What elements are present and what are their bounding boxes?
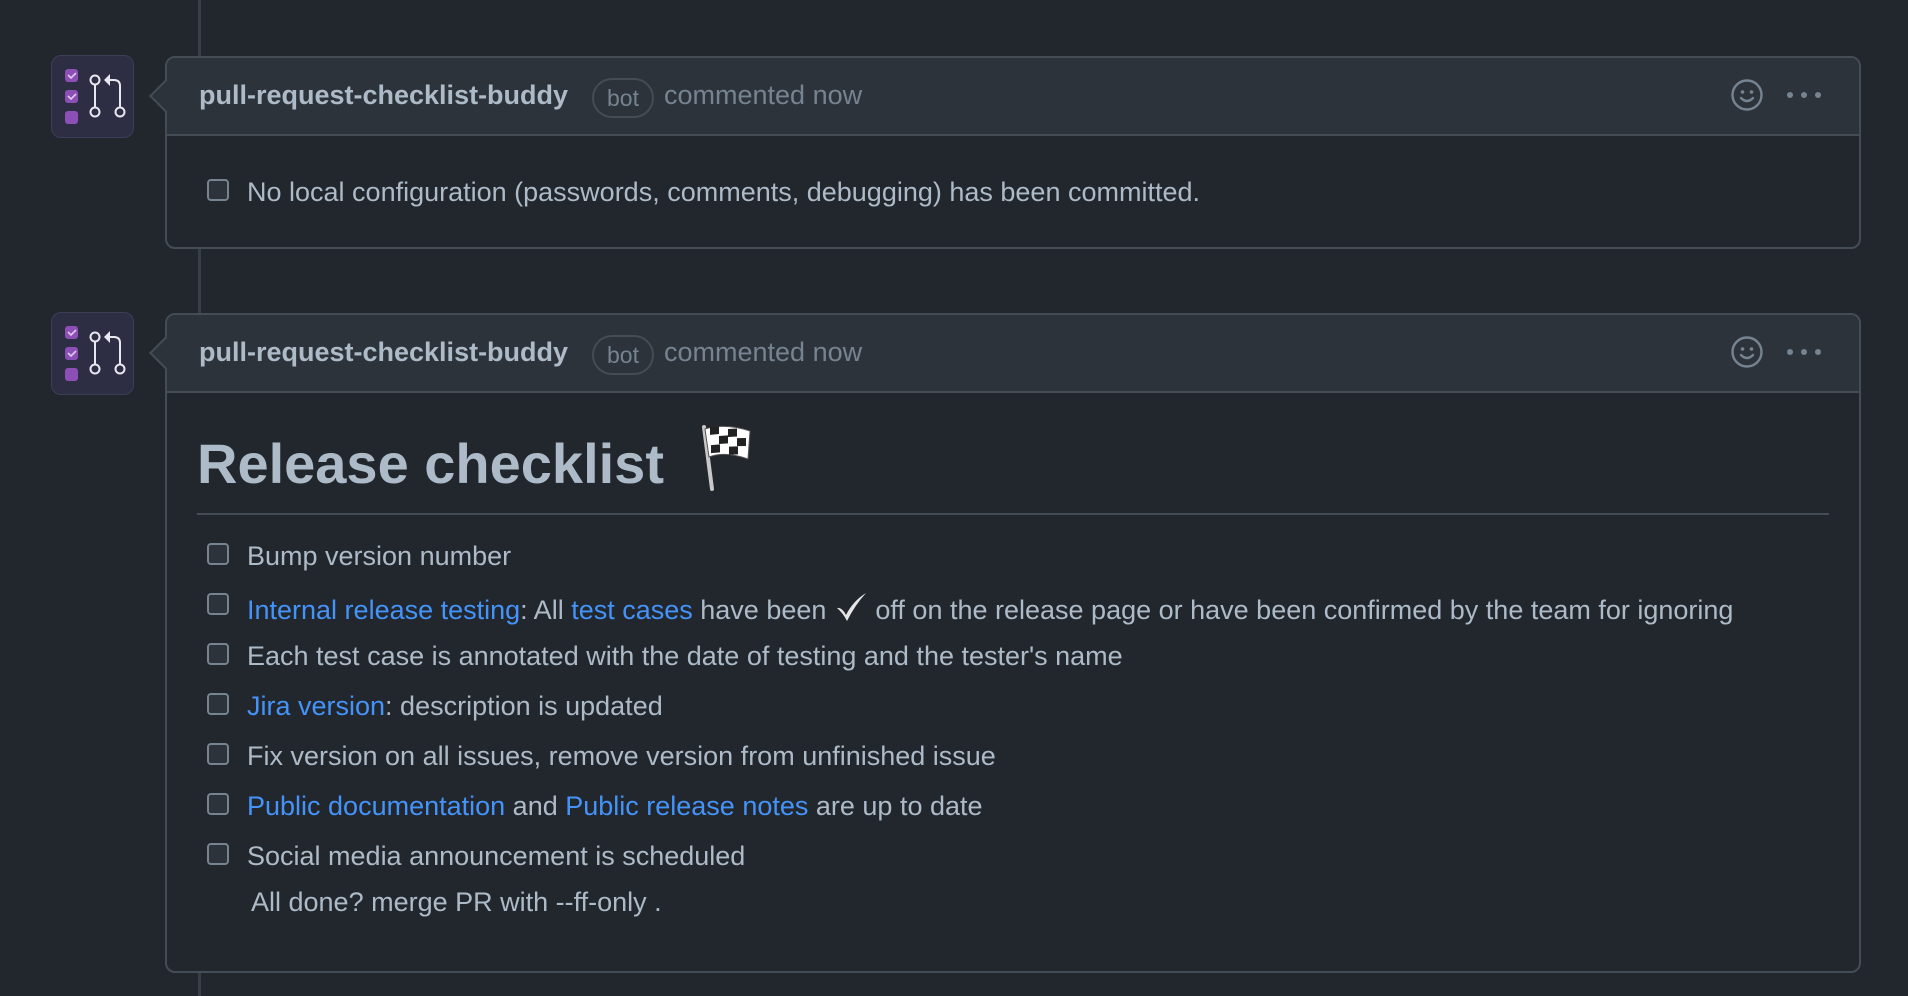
task-checkbox[interactable] <box>207 693 229 715</box>
checkered-flag-icon <box>701 425 751 491</box>
bot-badge: bot <box>592 78 654 118</box>
task-text: No local configuration (passwords, comme… <box>247 177 1200 207</box>
heavy-check-mark-icon <box>836 593 866 621</box>
task-text: Public documentation and Public release … <box>247 791 983 822</box>
checklist-app-icon <box>65 326 126 381</box>
task-text: Each test case is annotated with the dat… <box>247 641 1123 671</box>
task-checkbox[interactable] <box>207 543 229 565</box>
internal-release-testing-link[interactable]: Internal release testing <box>247 595 520 625</box>
task-checkbox[interactable] <box>207 843 229 865</box>
task-text-part: have been <box>692 595 834 625</box>
task-text-part: and <box>505 791 566 821</box>
task-checkbox[interactable] <box>207 793 229 815</box>
comment-box: pull-request-checklist-buddy bot comment… <box>149 56 1861 249</box>
kebab-horizontal-icon[interactable] <box>1784 80 1824 115</box>
bot-avatar[interactable] <box>51 55 134 138</box>
task-text: Bump version number <box>247 541 512 571</box>
comment-header: pull-request-checklist-buddy bot comment… <box>149 315 1859 393</box>
comment-timestamp[interactable]: commented now <box>664 337 862 368</box>
kebab-horizontal-icon[interactable] <box>1784 337 1824 372</box>
task-checkbox[interactable] <box>207 743 229 765</box>
comment-caret <box>149 336 183 370</box>
smiley-icon[interactable] <box>1730 335 1764 374</box>
author-name[interactable]: pull-request-checklist-buddy <box>199 80 568 111</box>
heading-divider <box>197 513 1829 515</box>
task-text-part: : All <box>520 595 572 625</box>
task-text-part: : description is updated <box>385 691 663 721</box>
release-heading: Release checklist <box>197 421 760 496</box>
task-checkbox[interactable] <box>207 179 229 201</box>
task-text-part: off on the release page or have been con… <box>867 595 1734 625</box>
merge-instructions: All done? merge PR with --ff-only . <box>251 887 662 917</box>
smiley-icon[interactable] <box>1730 78 1764 117</box>
task-text-part: are up to date <box>808 791 983 821</box>
comment-timestamp[interactable]: commented now <box>664 80 862 111</box>
public-release-notes-link[interactable]: Public release notes <box>565 791 808 821</box>
public-documentation-link[interactable]: Public documentation <box>247 791 505 821</box>
task-text: Jira version: description is updated <box>247 691 663 722</box>
comment-caret <box>149 79 183 113</box>
task-text: Fix version on all issues, remove versio… <box>247 741 996 771</box>
jira-version-link[interactable]: Jira version <box>247 691 385 721</box>
task-text: Social media announcement is scheduled <box>247 841 746 871</box>
heading-text: Release checklist <box>197 432 664 495</box>
checklist-app-icon <box>65 69 126 124</box>
task-text: Internal release testing: All test cases… <box>247 591 1733 626</box>
comment-box: pull-request-checklist-buddy bot comment… <box>149 313 1861 973</box>
comment-header: pull-request-checklist-buddy bot comment… <box>149 58 1859 136</box>
bot-avatar[interactable] <box>51 312 134 395</box>
test-cases-link[interactable]: test cases <box>571 595 693 625</box>
task-checkbox[interactable] <box>207 593 229 615</box>
bot-badge: bot <box>592 335 654 375</box>
task-checkbox[interactable] <box>207 643 229 665</box>
author-name[interactable]: pull-request-checklist-buddy <box>199 337 568 368</box>
